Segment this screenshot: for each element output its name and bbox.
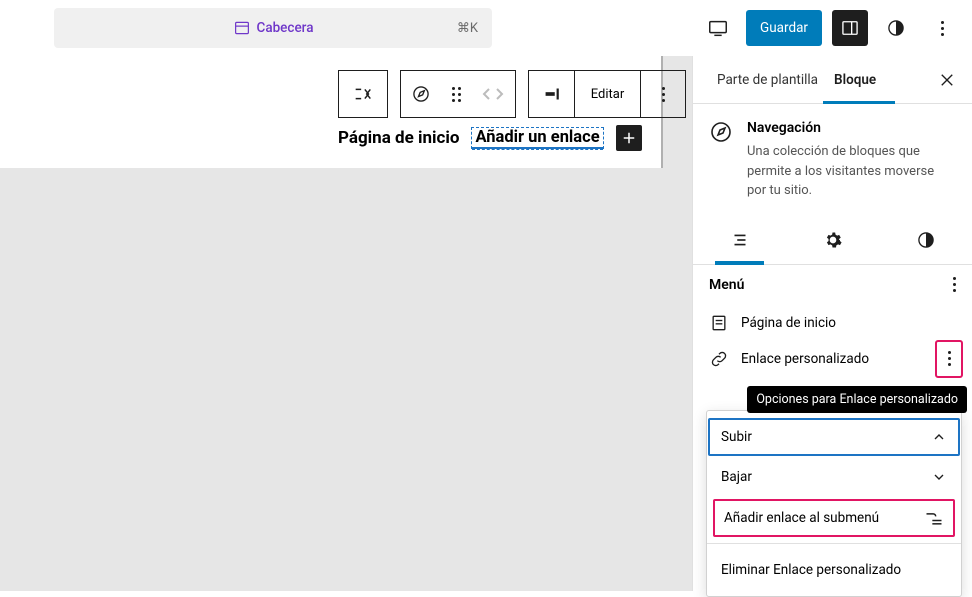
divider (707, 543, 961, 544)
move-arrows[interactable] (471, 71, 515, 117)
tab-block[interactable]: Bloque (826, 56, 884, 104)
block-more-button[interactable] (641, 71, 685, 117)
desktop-icon (707, 17, 729, 39)
menu-item-label: Enlace personalizado (741, 351, 869, 367)
chevron-down-icon (931, 469, 947, 485)
dropdown-label: Añadir enlace al submenú (724, 510, 879, 526)
close-icon (938, 71, 956, 89)
gear-icon (823, 230, 843, 250)
sidebar-icon (840, 18, 860, 38)
tooltip: Opciones para Enlace personalizado (747, 386, 967, 413)
more-vertical-icon (948, 351, 951, 366)
styles-button[interactable] (878, 10, 914, 46)
menu-heading: Menú (709, 277, 744, 293)
contrast-icon (916, 230, 936, 250)
drag-icon (452, 87, 461, 102)
submenu-icon (924, 510, 944, 526)
chevron-up-icon (931, 429, 947, 445)
add-block-button[interactable] (616, 125, 642, 151)
close-panel-button[interactable] (938, 71, 956, 89)
dropdown-remove[interactable]: Eliminar Enlace personalizado (707, 550, 961, 590)
inspector-panel: Parte de plantilla Bloque Navegación Una… (692, 56, 972, 591)
nav-item-add-link[interactable]: Añadir un enlace (471, 127, 603, 149)
more-vertical-icon (953, 277, 956, 292)
edit-button[interactable]: Editar (575, 71, 641, 117)
select-parent-button[interactable] (401, 71, 441, 117)
dropdown-move-down[interactable]: Bajar (707, 457, 961, 497)
more-vertical-icon (941, 21, 944, 36)
subtab-settings[interactable] (786, 217, 879, 264)
drag-handle[interactable] (441, 71, 471, 117)
navigation-block-icon (352, 83, 374, 105)
list-icon (729, 229, 751, 251)
menu-more-button[interactable] (953, 277, 956, 292)
editor-canvas: Editar Página de inicio Añadir un enlace (0, 56, 692, 591)
compass-icon (411, 84, 431, 104)
more-vertical-icon (662, 87, 665, 102)
menu-item-page[interactable]: Página de inicio (709, 305, 956, 341)
tab-template-part[interactable]: Parte de plantilla (709, 56, 826, 104)
plus-icon (620, 129, 638, 147)
menu-item-custom-link[interactable]: Enlace personalizado (709, 341, 956, 377)
link-icon (709, 349, 729, 369)
settings-panel-toggle[interactable] (832, 10, 868, 46)
dropdown-label: Bajar (721, 469, 752, 485)
breadcrumb-chip[interactable]: Cabecera ⌘K (54, 8, 492, 48)
contrast-icon (886, 18, 906, 38)
save-button[interactable]: Guardar (746, 10, 822, 46)
view-device-button[interactable] (700, 10, 736, 46)
header-template-icon (233, 19, 251, 37)
justify-button[interactable] (529, 71, 575, 117)
page-icon (709, 313, 729, 333)
shortcut-hint: ⌘K (457, 21, 478, 36)
dropdown-move-up[interactable]: Subir (707, 417, 961, 457)
menu-item-options-button[interactable] (936, 341, 962, 377)
nav-item-home[interactable]: Página de inicio (338, 128, 459, 148)
dropdown-label: Eliminar Enlace personalizado (721, 562, 901, 578)
block-title: Navegación (747, 120, 956, 136)
compass-icon (709, 120, 733, 144)
top-more-button[interactable] (924, 10, 960, 46)
subtab-list[interactable] (693, 217, 786, 264)
dropdown-add-submenu[interactable]: Añadir enlace al submenú (713, 499, 955, 537)
tab-indicator (823, 101, 895, 105)
block-description: Una colección de bloques que permite a l… (747, 142, 956, 201)
align-right-icon (541, 83, 563, 105)
menu-item-label: Página de inicio (741, 315, 836, 331)
breadcrumb-title: Cabecera (257, 20, 314, 36)
chevrons-icon (478, 85, 508, 103)
options-dropdown: Subir Bajar Añadir enlace al submenú Eli… (706, 410, 962, 597)
dropdown-label: Subir (721, 429, 752, 445)
subtab-styles[interactable] (879, 217, 972, 264)
block-type-button[interactable] (339, 71, 387, 117)
